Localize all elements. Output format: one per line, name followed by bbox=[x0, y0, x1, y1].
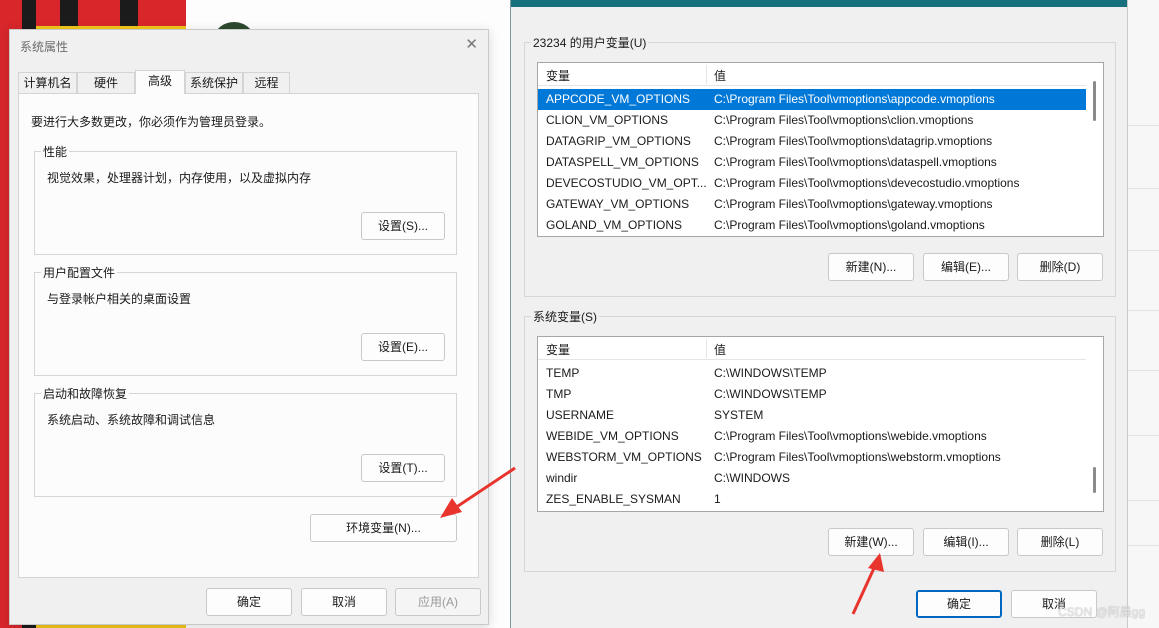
watermark: CSDN @阿晨gg bbox=[1058, 605, 1145, 619]
arrow-to-env-vars-icon bbox=[440, 466, 516, 518]
arrow-to-system-new-icon bbox=[851, 553, 884, 615]
annotation-arrows bbox=[440, 466, 884, 615]
tab-advanced[interactable]: 高级 bbox=[135, 70, 185, 94]
